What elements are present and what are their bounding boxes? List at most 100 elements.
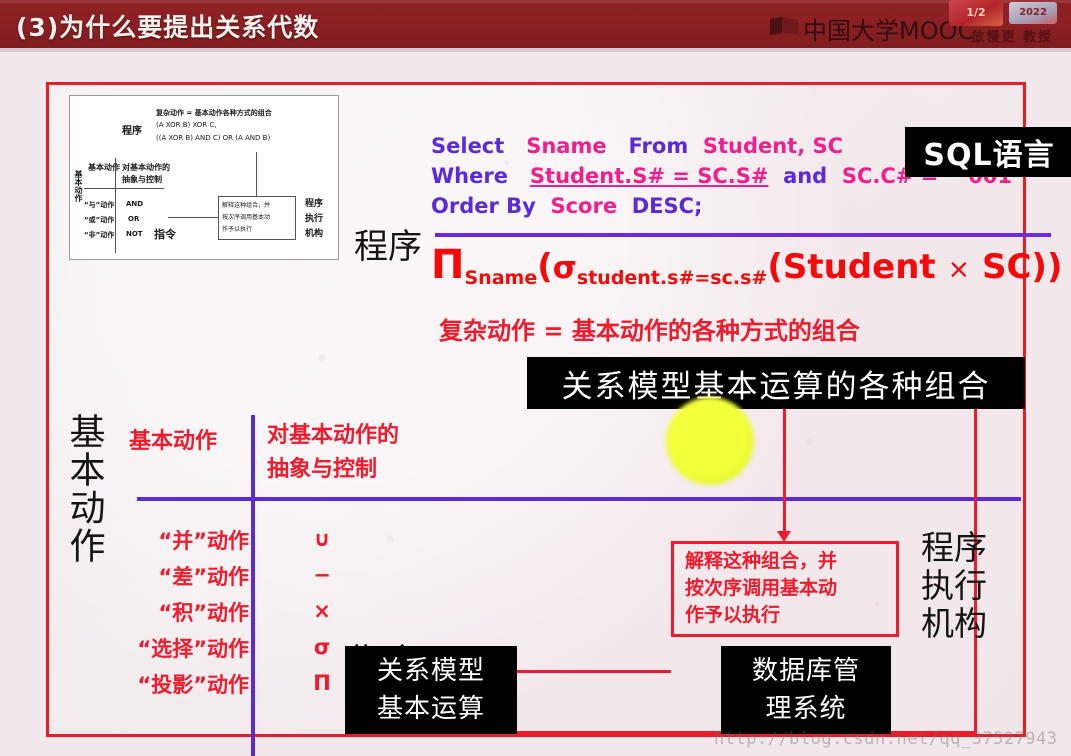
formula-open-paren: ( [537, 247, 553, 287]
sql-line-2: Where Student.S# = SC.S# and SC.C# = ‘00… [431, 161, 1020, 191]
action-item: “积”动作 [158, 601, 249, 625]
formula-relation-open: (Student [767, 247, 936, 287]
dbms-box-line-1: 数据库管 [751, 656, 860, 686]
header-bar: (3)为什么要提出关系代数 中国大学MOOC 1/2 2022 放慢更 教授 [0, 0, 1071, 52]
sql-kw-from: From [628, 134, 689, 158]
interpreter-box-text: 解释这种组合，并 按次序调用基本动 作予以执行 [679, 545, 897, 629]
action-item: “并”动作 [158, 529, 249, 553]
right-vertical-line-2: 执行 [921, 566, 987, 605]
thumb-act-2: “非”动作 [84, 231, 115, 239]
thumb-right-2: 机构 [305, 229, 324, 239]
thumb-op-2: NOT [126, 230, 143, 238]
sql-id-score: Score [550, 194, 618, 218]
reference-thumbnail-diagram: 程序 复杂动作 = 基本动作各种方式的组合 (A XOR B) XOR C, (… [69, 95, 339, 260]
thumb-expr-1: (A XOR B) XOR C, [156, 121, 217, 129]
ops-box-line-1: 关系模型 [376, 656, 485, 686]
thumb-interp-line3: 作予以执行 [222, 226, 253, 233]
ops-box-line-2: 基本运算 [376, 694, 485, 724]
formula-sigma-subscript: student.s#=sc.s# [576, 267, 768, 289]
thumb-col2-head: 对基本动作的 [122, 163, 170, 172]
page-title: (3)为什么要提出关系代数 [16, 13, 320, 42]
thumb-instruction: 指令 [154, 228, 176, 241]
thumb-col2-head2: 抽象与控制 [122, 175, 162, 184]
dbms-box: 数据库管 理系统 [721, 646, 891, 734]
operator-symbol: × [313, 599, 331, 623]
quadrant-head-basic: 基本动作 [129, 429, 218, 454]
interpreter-line-3: 作予以执行 [685, 604, 781, 626]
formula-pi-subscript: Sname [464, 267, 538, 289]
thumb-headline: 复杂动作 = 基本动作各种方式的组合 [156, 109, 272, 117]
formula-relation-close: SC)) [981, 247, 1063, 287]
operator-symbol: Π [313, 671, 331, 695]
watermark: http://blog.csdn.net/qq_37527943 [714, 729, 1058, 749]
action-item: “投影”动作 [137, 673, 249, 697]
operator-symbol-list: ∪ − × σ Π [305, 521, 339, 701]
right-vertical-line-1: 程序 [921, 528, 987, 567]
relational-model-ops-box: 关系模型 基本运算 [345, 646, 517, 734]
program-execution-mechanism-label: 程序 执行 机构 [921, 529, 987, 643]
quadrant-axis-horizontal [137, 497, 1021, 501]
slide-screenshot: (3)为什么要提出关系代数 中国大学MOOC 1/2 2022 放慢更 教授 程… [0, 0, 1071, 756]
interpreter-line-1: 解释这种组合，并 [685, 550, 838, 572]
right-vertical-line-3: 机构 [921, 604, 987, 643]
program-divider-rule [435, 233, 1051, 237]
combination-banner: 关系模型基本运算的各种组合 [527, 357, 1025, 409]
sql-line-1: Select Sname From Student, SC [431, 131, 911, 161]
thumb-expr-2: ((A XOR B) AND C) OR (A AND B) [156, 134, 271, 142]
sql-kw-orderby: Order By [431, 194, 536, 218]
slide-content-frame: 程序 复杂动作 = 基本动作各种方式的组合 (A XOR B) XOR C, (… [46, 82, 1071, 756]
thumb-right-1: 执行 [305, 214, 324, 224]
complex-action-equation: 复杂动作 = 基本动作的各种方式的组合 [439, 317, 860, 345]
action-list: “并”动作 “差”动作 “积”动作 “选择”动作 “投影”动作 [131, 523, 249, 703]
operator-symbol: σ [313, 635, 331, 659]
badge-primary: 1/2 [949, 0, 1003, 26]
operator-symbol: ∪ [313, 527, 331, 551]
thumb-connector-v [256, 152, 257, 196]
thumb-interp-line1: 解释这种组合，并 [222, 202, 271, 209]
quadrant-head-abstract-line2: 抽象与控制 [267, 457, 378, 482]
sql-id-tables: Student, SC [702, 134, 844, 158]
action-item: “差”动作 [158, 565, 249, 589]
sql-kw-where: Where [431, 164, 508, 188]
action-item: “选择”动作 [137, 637, 249, 661]
dbms-box-line-2: 理系统 [765, 694, 847, 724]
instructor-label: 放慢更 教授 [971, 30, 1053, 45]
badge-secondary: 2022 [1009, 2, 1057, 24]
sql-kw-and: and [783, 164, 828, 188]
operator-symbol: − [313, 563, 331, 587]
thumb-right-0: 程序 [305, 199, 324, 209]
sql-line-3: Order By Score DESC; [431, 191, 911, 221]
thumb-interp-line2: 按次序调用基本动 [222, 214, 271, 221]
brand-logo: 中国大学MOOC 1/2 2022 放慢更 教授 [769, 0, 1059, 48]
thumb-col1-head: 基本动作 [88, 163, 120, 172]
thumb-axis-h [84, 188, 164, 189]
formula-sigma: σ [552, 250, 577, 286]
interpreter-line-2: 按次序调用基本动 [685, 577, 838, 599]
quadrant-head-abstract-line1: 对基本动作的 [267, 423, 400, 448]
formula-times-operator: × [947, 254, 971, 285]
relational-algebra-formula: ΠSname(σstudent.s#=sc.s#(Student × SC)) [431, 245, 1063, 298]
program-label-top: 程序 [354, 227, 422, 267]
sql-statement: Select Sname From Student, SC Where Stud… [431, 131, 1020, 221]
sql-language-badge: SQL语言 [905, 127, 1071, 177]
sql-kw-desc: DESC [631, 194, 695, 218]
thumb-act-0: “与”动作 [84, 201, 115, 209]
sql-semicolon: ; [694, 194, 703, 218]
thumb-op-0: AND [126, 200, 144, 208]
connector-banner-to-interpreter [783, 409, 786, 533]
formula-pi: Π [431, 242, 465, 288]
thumb-act-1: “或”动作 [84, 216, 115, 224]
quadrant-axis-vertical [251, 415, 255, 756]
sql-kw-select: Select [431, 134, 505, 158]
thumb-program-label: 程序 [122, 126, 142, 137]
book-icon [770, 17, 798, 35]
thumb-connector-h [168, 217, 218, 218]
header-divider [0, 48, 1071, 52]
quadrant-head-abstract: 对基本动作的 抽象与控制 [267, 419, 399, 487]
laser-pointer-highlight [666, 397, 754, 485]
thumb-op-1: OR [128, 215, 140, 223]
sql-join-predicate: Student.S# = SC.S# [529, 164, 769, 188]
basic-action-vertical-label: 基本动作 [63, 413, 105, 565]
thumb-left-vertical: 基本动作 [74, 170, 83, 202]
sql-id-sname: Sname [526, 134, 607, 158]
